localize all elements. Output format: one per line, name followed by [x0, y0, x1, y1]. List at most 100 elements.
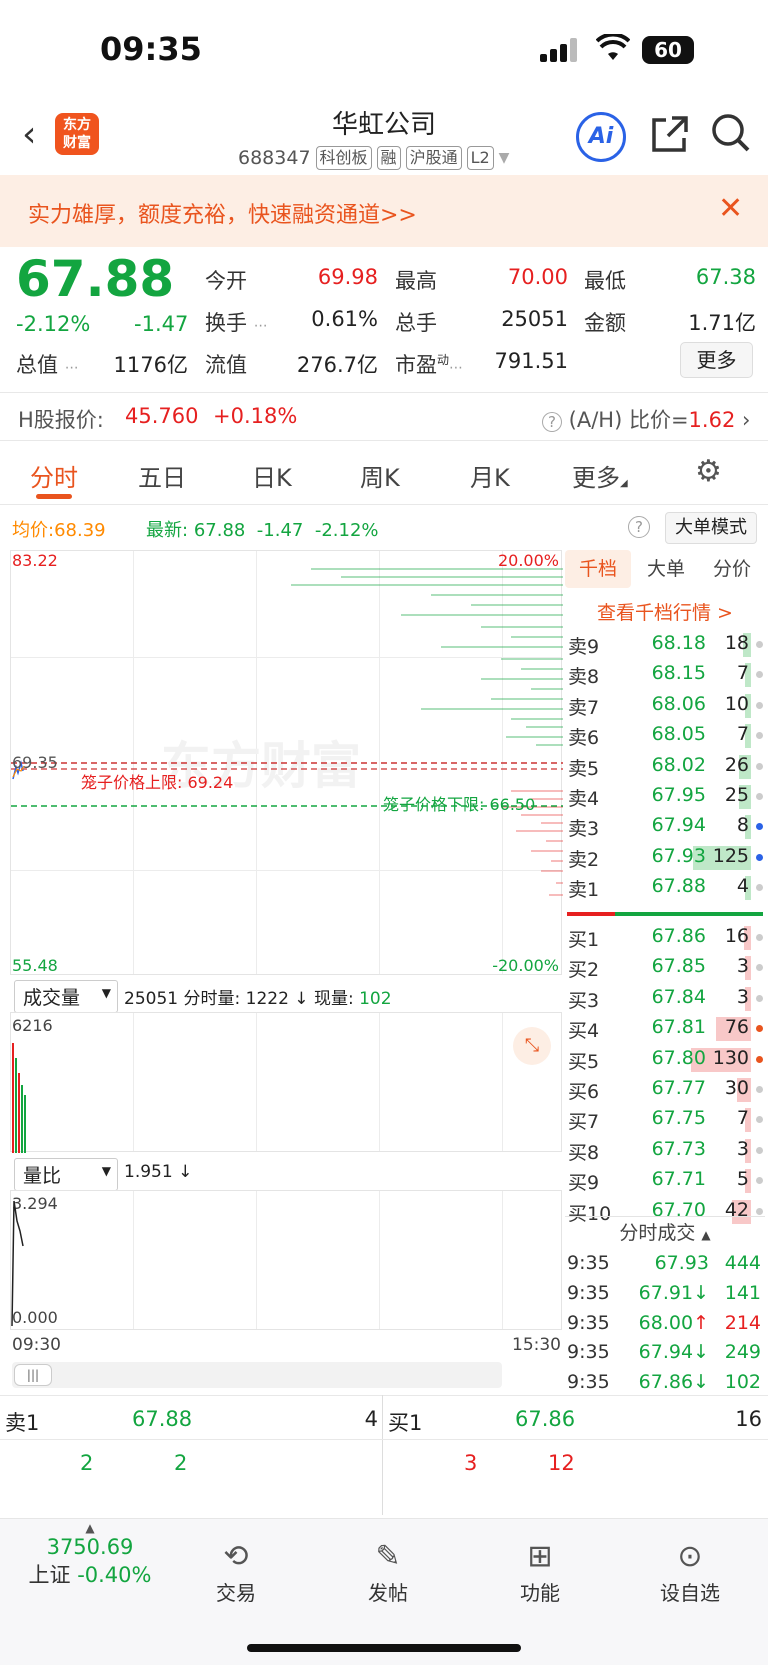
bid-level-label: 买9: [568, 1172, 600, 1195]
ask-price: 68.02: [651, 753, 706, 776]
nav-functions[interactable]: ⊞ 功能: [490, 1537, 590, 1606]
bid-row[interactable]: 买4 67.81 76: [565, 1014, 765, 1044]
help-icon[interactable]: ?: [542, 412, 562, 432]
share-icon[interactable]: [650, 114, 690, 158]
index-value: 3750.69: [46, 1535, 134, 1559]
order-dot-icon: [756, 793, 763, 800]
tab-price-distribution[interactable]: 分价: [699, 550, 765, 588]
help-icon[interactable]: ?: [628, 516, 650, 538]
chevron-right-icon[interactable]: ›: [742, 408, 750, 432]
ask-row[interactable]: 卖5 68.02 26: [565, 752, 765, 782]
ask-row[interactable]: 卖8 68.15 7: [565, 660, 765, 690]
bid-row[interactable]: 买5 67.80 130: [565, 1045, 765, 1075]
bid-row[interactable]: 买7 67.75 7: [565, 1105, 765, 1135]
nav-trade[interactable]: ⟲ 交易: [186, 1537, 286, 1606]
expand-icon[interactable]: ⤡: [513, 1027, 551, 1065]
index-ticker[interactable]: ▲ 3750.69 上证 -0.40%: [20, 1521, 160, 1589]
price-change: -1.47: [134, 312, 189, 336]
volume-indicator-select[interactable]: 成交量 ▼: [14, 980, 118, 1013]
ask-row[interactable]: 卖4 67.95 25: [565, 782, 765, 812]
tab-monthly-k[interactable]: 月K: [470, 458, 510, 493]
ask-row[interactable]: 卖2 67.93 125: [565, 843, 765, 873]
ask-level-label: 卖9: [568, 636, 600, 658]
banner-text[interactable]: 实力雄厚，额度充裕，快速融资通道>>: [28, 197, 417, 229]
chevron-down-icon[interactable]: ▼: [499, 150, 510, 166]
ai-assistant-button[interactable]: Ai: [576, 112, 626, 162]
trade-time: 9:35: [567, 1281, 610, 1304]
low-value: 67.38: [695, 265, 756, 289]
price-change-pct: -2.12%: [16, 312, 91, 336]
level1-panel: 卖1 67.88 4 买1 67.86 16 2 2 3 12: [0, 1395, 768, 1515]
ask-level-label: 卖8: [568, 666, 600, 689]
tab-big-orders[interactable]: 大单: [633, 550, 699, 588]
ask-row[interactable]: 卖6 68.05 7: [565, 721, 765, 751]
search-icon[interactable]: [710, 112, 752, 158]
ask-row[interactable]: 卖3 67.94 8: [565, 812, 765, 842]
bid-row[interactable]: 买1 67.86 16: [565, 923, 765, 953]
ask-row[interactable]: 卖1 67.88 4: [565, 873, 765, 903]
nav-add-watchlist[interactable]: ⊙ 设自选: [640, 1537, 740, 1606]
chart-scrollbar[interactable]: |||: [12, 1362, 502, 1388]
market-cap-label: 总值 ⋯: [16, 353, 79, 377]
battery-level: 60: [654, 38, 682, 62]
ah-ratio[interactable]: ? (A/H) 比价=1.62 ›: [542, 404, 750, 434]
info-icon[interactable]: ⋯: [254, 318, 268, 334]
view-full-depth-link[interactable]: 查看千档行情 >: [565, 598, 765, 625]
ask1-label: 卖1: [5, 1411, 40, 1435]
scroll-handle[interactable]: |||: [14, 1364, 52, 1386]
ask-volume: 7: [736, 662, 749, 685]
bid-volume: 130: [712, 1046, 749, 1069]
tab-weekly-k[interactable]: 周K: [360, 458, 400, 493]
edit-icon: ✎: [375, 1539, 401, 1574]
pe-label: 市盈动⋯: [395, 353, 464, 377]
intraday-chart[interactable]: 东方财富 83.22 20.00% 69.35 笼子价格上限: 69.24 笼子…: [10, 550, 563, 975]
ask-row[interactable]: 卖9 68.18 18: [565, 630, 765, 660]
promo-banner[interactable]: 实力雄厚，额度充裕，快速融资通道>> ✕: [0, 175, 768, 247]
nav-post[interactable]: ✎ 发帖: [338, 1537, 438, 1606]
bid-row[interactable]: 买6 67.77 30: [565, 1075, 765, 1105]
turnover-value: 0.61%: [311, 307, 378, 331]
trade-volume: 249: [724, 1341, 761, 1364]
trade-row: 9:35 68.00↑ 214: [565, 1310, 765, 1340]
ratio-value: 1.951 ↓: [124, 1162, 193, 1182]
trades-title[interactable]: 分时成交 ▲: [565, 1218, 765, 1245]
info-icon[interactable]: ⋯: [449, 360, 463, 376]
ask-volume: 10: [724, 692, 749, 715]
order-dot-icon: [756, 701, 763, 709]
hshare-label: H股报价:: [18, 408, 104, 432]
volume-ratio-chart[interactable]: 3.294 0.000: [10, 1190, 562, 1330]
tab-more[interactable]: 更多◢: [572, 458, 628, 493]
ask-row[interactable]: 卖7 68.06 10: [565, 691, 765, 721]
bid-row[interactable]: 买2 67.85 3: [565, 953, 765, 983]
trade-price: 67.86↓: [638, 1371, 709, 1394]
trade-price: 67.94↓: [638, 1341, 709, 1364]
tab-daily-k[interactable]: 日K: [252, 458, 292, 493]
amount-label: 金额: [584, 311, 626, 335]
bid-row[interactable]: 买9 67.71 5: [565, 1166, 765, 1196]
big-order-mode-button[interactable]: 大单模式: [665, 512, 757, 544]
info-icon[interactable]: ⋯: [65, 360, 79, 376]
bid-row[interactable]: 买8 67.73 3: [565, 1136, 765, 1166]
float-cap-label: 流值: [205, 353, 247, 377]
ask-volume: 18: [724, 632, 749, 654]
tab-intraday[interactable]: 分时: [30, 458, 78, 493]
stock-code: 688347: [238, 147, 311, 169]
bid-row[interactable]: 买3 67.84 3: [565, 984, 765, 1014]
volume-chart[interactable]: 6216 ⤡: [10, 1012, 562, 1153]
home-indicator: [247, 1644, 521, 1652]
order-dot-icon: [756, 1177, 763, 1185]
ratio-indicator-select[interactable]: 量比 ▼: [14, 1158, 118, 1191]
gear-icon[interactable]: ⚙: [695, 454, 722, 489]
tab-underline: [36, 494, 72, 499]
close-icon[interactable]: ✕: [718, 191, 743, 226]
bid-level-label: 买3: [568, 989, 600, 1012]
bid-price: 67.71: [651, 1168, 706, 1191]
tab-five-day[interactable]: 五日: [138, 458, 186, 493]
bid-volume: 16: [724, 925, 749, 947]
ask-level-label: 卖2: [568, 848, 600, 871]
tab-full-depth[interactable]: 千档: [565, 550, 631, 588]
order-dot-icon: [756, 1207, 763, 1215]
order-dot-icon: [756, 1055, 763, 1063]
more-quote-button[interactable]: 更多: [680, 342, 753, 378]
stock-code-row[interactable]: 688347 科创板 融 沪股通 L2 ▼: [238, 146, 509, 170]
